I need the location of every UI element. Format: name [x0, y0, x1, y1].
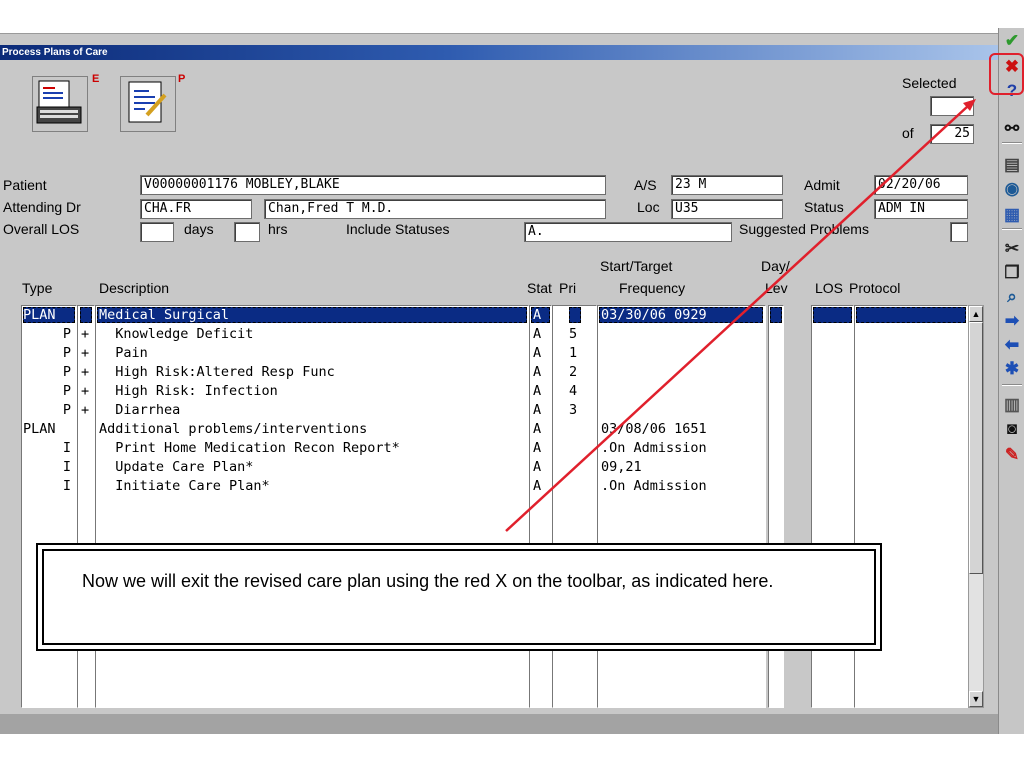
checkmark-icon[interactable]: ✔	[999, 30, 1024, 52]
pushpin-icon[interactable]: ✎	[999, 444, 1024, 466]
camera-icon[interactable]: ◙	[999, 418, 1024, 440]
find-icon[interactable]: ⌕	[999, 286, 1024, 308]
toolbar-separator	[1002, 384, 1022, 386]
toolbar-separator	[1002, 228, 1022, 230]
arrow-left-icon[interactable]: ⬅	[999, 334, 1024, 356]
copy-icon[interactable]: ❐	[999, 262, 1024, 284]
right-toolbar: ✔ ✖? ⚯ ▤ ◉ ▦ ✂ ❐ ⌕ ➡ ⬅ ✱ ▥ ◙ ✎	[998, 28, 1024, 734]
tasks-icon[interactable]: ▦	[999, 204, 1024, 226]
toolbar-separator	[1002, 142, 1022, 144]
calculator-icon[interactable]: ▥	[999, 394, 1024, 416]
print-icon[interactable]: ▤	[999, 154, 1024, 176]
annotation-arrow	[505, 99, 976, 532]
close-button-highlight	[989, 53, 1024, 95]
arrow-right-icon[interactable]: ➡	[999, 310, 1024, 332]
asterisk-icon[interactable]: ✱	[999, 358, 1024, 380]
globe-icon[interactable]: ◉	[999, 178, 1024, 200]
scissors-icon[interactable]: ✂	[999, 238, 1024, 260]
binoculars-icon[interactable]: ⚯	[999, 118, 1024, 140]
